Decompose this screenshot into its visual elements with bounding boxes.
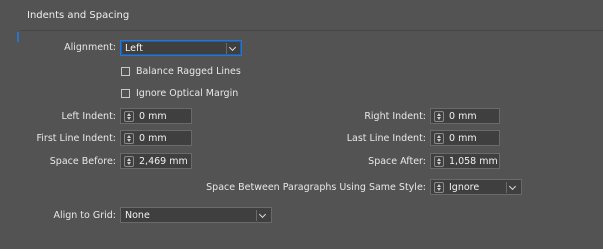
panel-title: Indents and Spacing [27, 10, 130, 21]
last-line-indent-value: 0 mm [449, 133, 477, 144]
space-before-field[interactable]: 2,469 mm [120, 153, 192, 169]
checkbox-icon [121, 67, 130, 76]
stepper-icon[interactable] [434, 111, 444, 122]
ignore-optical-margin-label: Ignore Optical Margin [136, 88, 239, 99]
stepper-icon[interactable] [434, 133, 444, 144]
align-to-grid-value: None [125, 210, 150, 221]
right-indent-label: Right Indent: [364, 111, 426, 122]
right-indent-value: 0 mm [449, 111, 477, 122]
space-after-label: Space After: [368, 156, 426, 167]
right-indent-field[interactable]: 0 mm [430, 108, 500, 124]
align-to-grid-label: Align to Grid: [53, 210, 116, 221]
chevron-down-icon [226, 43, 238, 54]
stepper-icon[interactable] [434, 156, 444, 167]
chevron-down-icon [506, 182, 518, 193]
last-line-indent-field[interactable]: 0 mm [430, 130, 500, 146]
balance-ragged-lines-label: Balance Ragged Lines [136, 66, 241, 77]
same-style-value: Ignore [449, 182, 480, 193]
space-after-field[interactable]: 1,058 mm [430, 153, 500, 169]
stepper-icon[interactable] [124, 133, 134, 144]
left-indent-value: 0 mm [139, 111, 167, 122]
first-line-indent-field[interactable]: 0 mm [120, 130, 192, 146]
first-line-indent-value: 0 mm [139, 133, 167, 144]
space-before-label: Space Before: [49, 156, 116, 167]
chevron-down-icon [256, 210, 268, 221]
stepper-icon[interactable] [434, 182, 444, 193]
same-style-label: Space Between Paragraphs Using Same Styl… [206, 182, 426, 193]
stepper-icon[interactable] [124, 111, 134, 122]
alignment-label: Alignment: [64, 42, 116, 53]
alignment-dropdown[interactable]: Left [120, 40, 242, 56]
left-indent-label: Left Indent: [61, 111, 116, 122]
checkbox-icon [121, 89, 130, 98]
align-to-grid-dropdown[interactable]: None [120, 207, 272, 223]
left-indent-field[interactable]: 0 mm [120, 108, 192, 124]
last-line-indent-label: Last Line Indent: [346, 133, 426, 144]
panel-header: Indents and Spacing [20, 0, 603, 31]
space-after-value: 1,058 mm [449, 156, 498, 167]
first-line-indent-label: First Line Indent: [36, 133, 116, 144]
panel-accent-bar [17, 32, 19, 42]
alignment-value: Left [125, 43, 143, 54]
stepper-icon[interactable] [124, 156, 134, 167]
space-before-value: 2,469 mm [139, 156, 188, 167]
same-style-dropdown[interactable]: Ignore [430, 179, 522, 195]
